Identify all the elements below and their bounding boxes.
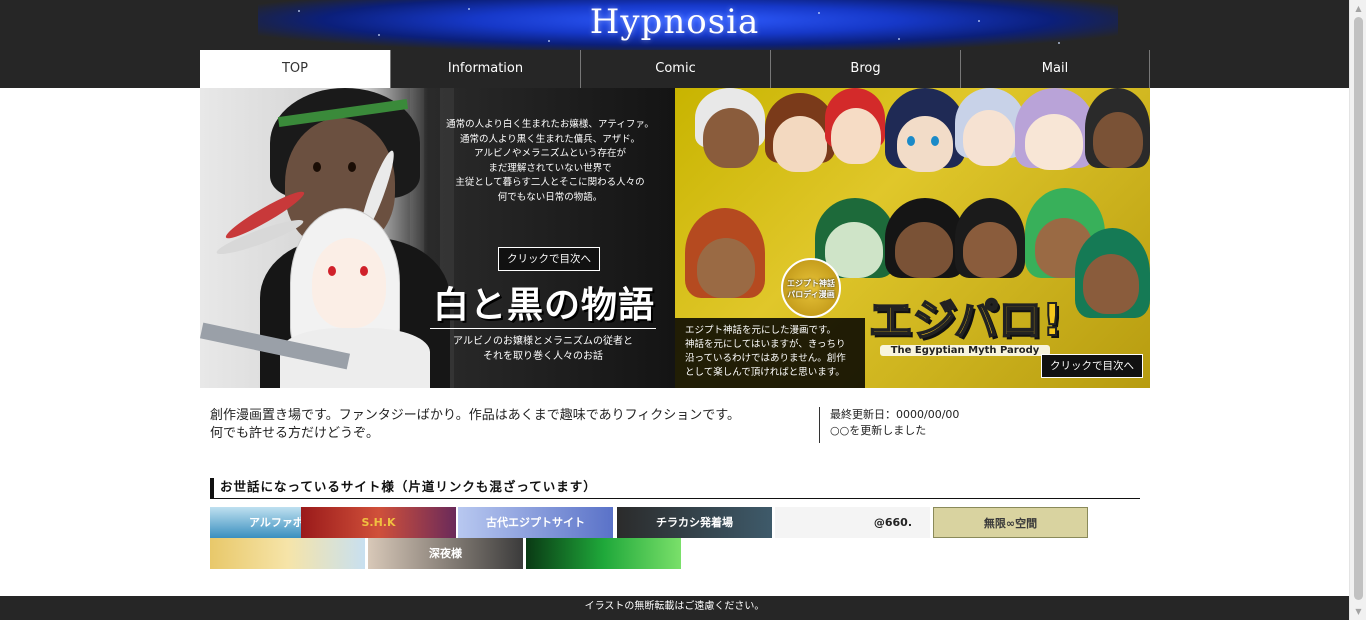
hero-banners: 通常の人より白く生まれたお嬢様、アティファ。 通常の人より黒く生まれた傭兵、アザ… <box>200 88 1150 388</box>
last-updated-date: 最終更新日：0000/00/00 <box>830 408 960 421</box>
nav-mail[interactable]: Mail <box>960 50 1150 88</box>
link-banner-chirakashi[interactable]: チラカシ発着場 <box>617 507 772 538</box>
link-banner-illustration[interactable] <box>210 538 365 569</box>
link-banner-ancient-egypt[interactable]: 古代エジプトサイト <box>458 507 613 538</box>
chibi-face-illustration <box>963 110 1015 166</box>
chibi-face-illustration <box>1093 112 1143 168</box>
left-story-text: 通常の人より白く生まれたお嬢様、アティファ。 通常の人より黒く生まれた傭兵、アザ… <box>446 119 654 203</box>
update-info: 最終更新日：0000/00/00 ○○を更新しました <box>819 407 1119 443</box>
link-banner-green[interactable] <box>526 538 681 569</box>
link-banner-shinya[interactable]: 深夜様 <box>368 538 523 569</box>
egyparo-logo-subtitle: The Egyptian Myth Parody <box>880 345 1050 356</box>
white-black-toc-button[interactable]: クリックで目次へ <box>498 247 600 271</box>
egyptian-parody-badge: エジプト神話 パロディ漫画 <box>781 258 841 318</box>
main-nav: TOP Information Comic Brog Mail <box>200 50 1150 88</box>
nav-comic[interactable]: Comic <box>580 50 770 88</box>
chibi-face-illustration <box>831 108 881 164</box>
vertical-scrollbar[interactable]: ▲ ▼ <box>1349 0 1366 620</box>
title-divider <box>430 328 656 329</box>
chibi-face-illustration <box>773 116 827 172</box>
chibi-face-illustration <box>897 116 953 172</box>
nav-top[interactable]: TOP <box>200 50 390 88</box>
site-intro: 創作漫画置き場です。ファンタジーばかり。作品はあくまで趣味でありフィクションです… <box>210 407 790 443</box>
egyparo-description: エジプト神話を元にした漫画です。 神話を元にしてはいますが、きっちり 沿っている… <box>675 318 865 388</box>
nav-information[interactable]: Information <box>390 50 580 88</box>
chibi-face-illustration <box>895 222 953 278</box>
site-title[interactable]: Hypnosia <box>0 2 1349 42</box>
links-heading: お世話になっているサイト様（片道リンクも混ざっています） <box>210 478 1140 499</box>
chibi-face-illustration <box>703 108 759 168</box>
white-black-story-title: 白と黒の物語 <box>432 284 655 326</box>
egyparo-banner[interactable]: エジプト神話 パロディ漫画 エジパロ! The Egyptian Myth Pa… <box>675 88 1150 388</box>
chibi-face-illustration <box>1083 254 1139 314</box>
chibi-face-illustration <box>1025 114 1083 170</box>
chibi-face-illustration <box>963 222 1017 278</box>
scroll-down-arrow-icon[interactable]: ▼ <box>1350 603 1366 620</box>
scroll-thumb[interactable] <box>1354 17 1363 600</box>
white-character-face-illustration <box>312 238 386 328</box>
footer: イラストの無断転載はご遠慮ください。 <box>0 596 1349 620</box>
chibi-face-illustration <box>697 238 755 298</box>
egyparo-toc-button[interactable]: クリックで目次へ <box>1041 354 1143 378</box>
update-note: ○○を更新しました <box>830 424 927 437</box>
intro-line: 何でも許せる方だけどうぞ。 <box>210 426 380 441</box>
intro-line: 創作漫画置き場です。ファンタジーばかり。作品はあくまで趣味でありフィクションです… <box>210 408 741 423</box>
link-banner-mugen-kukan[interactable]: 無限∞空間 <box>933 507 1088 538</box>
scroll-up-arrow-icon[interactable]: ▲ <box>1350 0 1366 17</box>
white-black-story-banner[interactable]: 通常の人より白く生まれたお嬢様、アティファ。 通常の人より黒く生まれた傭兵、アザ… <box>200 88 675 388</box>
link-banner-shk[interactable]: S.H.K <box>301 507 456 538</box>
white-black-story-subtitle: アルビノのお嬢様とメラニズムの従者と それを取り巻く人々のお話 <box>453 336 633 362</box>
link-banner-660[interactable]: @660. <box>775 507 930 538</box>
nav-brog[interactable]: Brog <box>770 50 960 88</box>
page: Hypnosia TOP Information Comic Brog Mail <box>0 0 1349 620</box>
